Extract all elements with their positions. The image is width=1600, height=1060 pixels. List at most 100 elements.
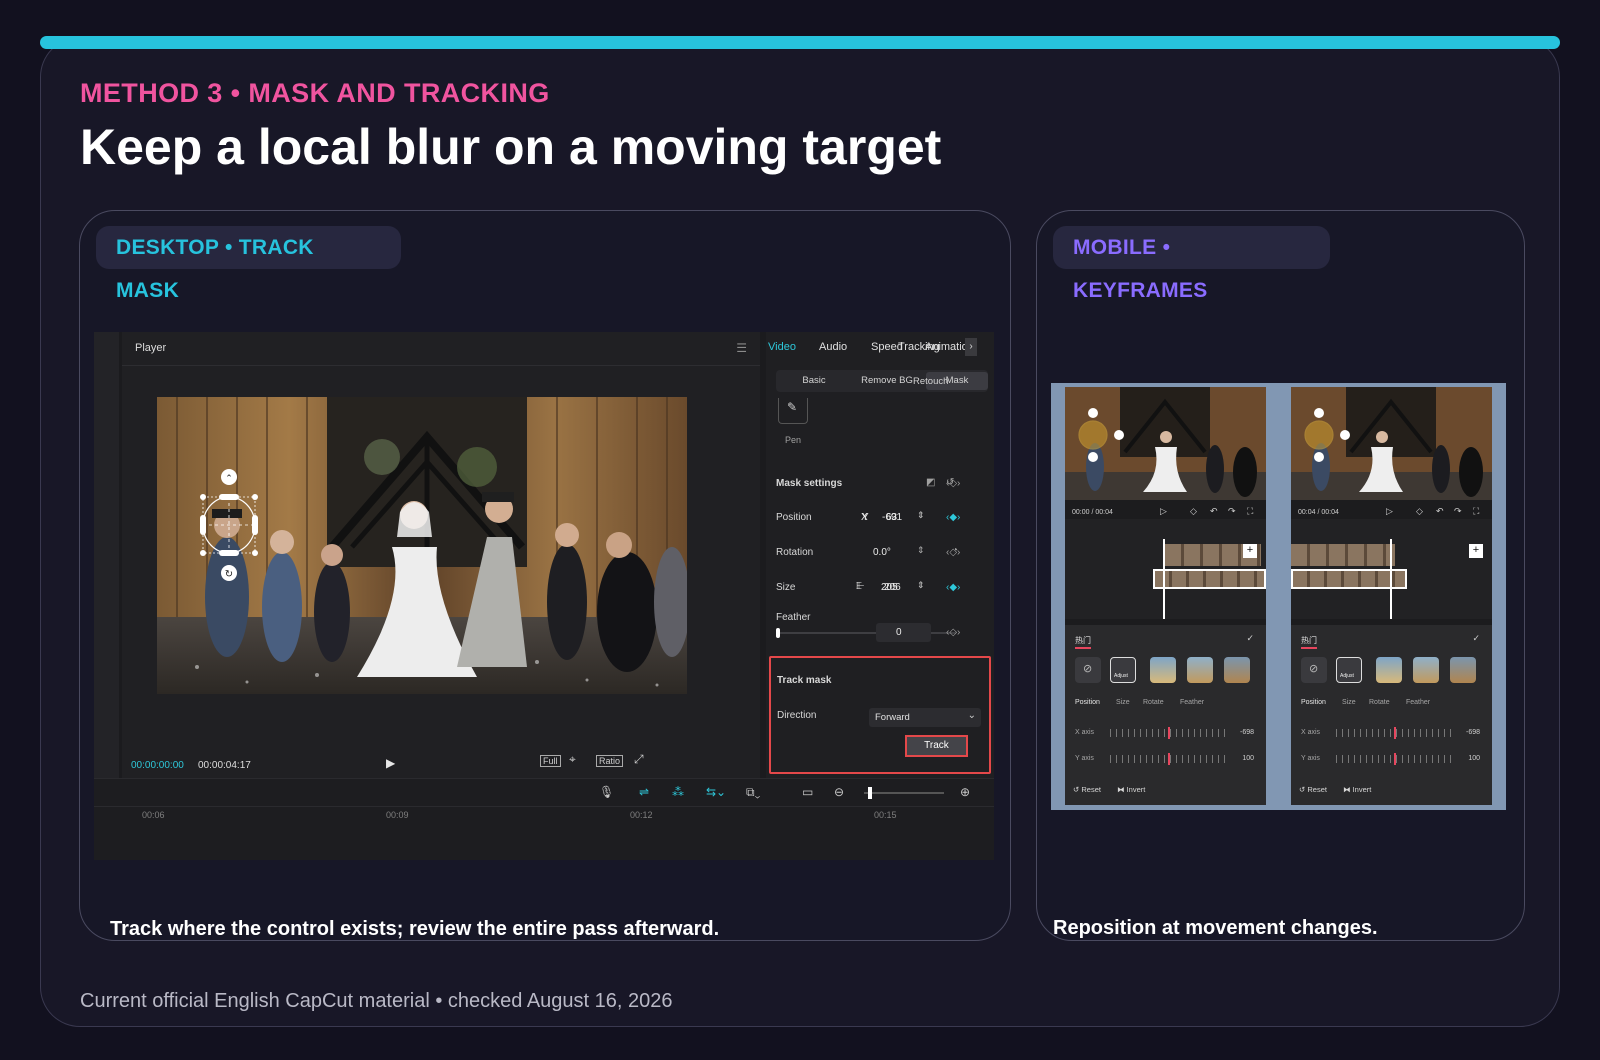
fullscreen-icon[interactable]: ⤢ [634, 752, 644, 767]
mask-preset-tile[interactable] [1187, 657, 1213, 683]
zoom-in-icon[interactable]: ⊕ [960, 785, 970, 799]
phone-screen-1: 00:00 / 00:04 ▷ ◇ ↶ ↷ ⛶ + 热门 ✓ ⊘ Adjust … [1065, 387, 1266, 805]
chevron-right-icon[interactable]: › [965, 338, 977, 356]
keyframe-add-icon[interactable]: ◇ [1416, 506, 1423, 517]
invert-button[interactable]: ⧓ Invert [1343, 785, 1371, 794]
size-label: Size [776, 582, 796, 593]
tab-tracking[interactable]: Tracking [898, 341, 940, 353]
undo-icon[interactable]: ↶ [1210, 506, 1218, 517]
play-icon[interactable]: ▷ [1160, 506, 1167, 517]
desktop-screenshot: Player ☰ ⌃ ↻ 00:00:00:00 00:00:04:17 ▶ F… [94, 332, 994, 860]
eyebrow: METHOD 3 • MASK AND TRACKING [80, 78, 550, 108]
tab-video[interactable]: Video [768, 341, 796, 353]
track-mask-heading[interactable]: Track mask [777, 675, 832, 686]
chevron-down-icon: ⌄ [967, 710, 976, 721]
mask-preset-tile[interactable] [1224, 657, 1250, 683]
selected-clip[interactable] [1153, 569, 1266, 589]
no-mask-tile[interactable]: ⊘ [1075, 657, 1101, 683]
playhead[interactable] [1163, 539, 1165, 619]
prop-size[interactable]: Size [1342, 699, 1356, 706]
no-mask-tile[interactable]: ⊘ [1301, 657, 1327, 683]
snap-icon[interactable]: ⁂ [672, 785, 684, 799]
crop-icon[interactable]: ⌖ [569, 752, 576, 767]
mask-settings-heading[interactable]: Mask settings [776, 478, 842, 489]
zoom-handle[interactable] [868, 787, 872, 799]
feather-handle[interactable] [776, 628, 780, 638]
keyframe-add-icon[interactable]: ◇ [1190, 506, 1197, 517]
link-icon[interactable]: ⇌ [639, 785, 649, 799]
mobile-screenshots: 00:00 / 00:04 ▷ ◇ ↶ ↷ ⛶ + 热门 ✓ ⊘ Adjust … [1051, 383, 1506, 810]
height-value[interactable]: 206 [884, 582, 901, 593]
confirm-icon[interactable]: ✓ [1472, 633, 1480, 644]
adjust-tile[interactable]: Adjust [1336, 657, 1362, 683]
prop-rotate[interactable]: Rotate [1143, 699, 1164, 706]
play-icon[interactable]: ▷ [1386, 506, 1393, 517]
split-icon[interactable]: ⧉⌄ [746, 785, 760, 800]
tab-audio[interactable]: Audio [819, 341, 847, 353]
wedding-thumbnail [1065, 387, 1266, 500]
prop-size[interactable]: Size [1116, 699, 1130, 706]
y-value[interactable]: 63 [886, 512, 897, 523]
captions-icon[interactable]: ▭ [802, 785, 813, 799]
ratio-button[interactable]: Ratio [596, 755, 624, 767]
zoom-out-icon[interactable]: ⊖ [834, 785, 844, 799]
prop-rotate[interactable]: Rotate [1369, 699, 1390, 706]
track-button[interactable]: Track [905, 735, 968, 757]
keyframe-feather-icon[interactable]: ‹◇› [946, 627, 960, 638]
height-stepper[interactable]: ⇕ [917, 580, 925, 591]
zoom-slider[interactable] [864, 792, 944, 794]
y-stepper[interactable]: ⇕ [917, 510, 925, 521]
subtab-basic[interactable]: Basic [784, 375, 844, 386]
keyframe-rotation-icon[interactable]: ‹◇› [946, 547, 960, 558]
prop-position[interactable]: Position [1075, 699, 1100, 706]
keyframe-size-icon[interactable]: ‹◆› [946, 582, 960, 593]
timecode-total: 00:00:04:17 [198, 760, 251, 771]
accent-bar [40, 36, 1560, 49]
reset-button[interactable]: ↺ Reset [1073, 785, 1101, 794]
x-axis-scale[interactable] [1336, 727, 1456, 739]
redo-icon[interactable]: ↷ [1454, 506, 1462, 517]
x-axis-value: -698 [1239, 729, 1254, 736]
redo-icon[interactable]: ↷ [1228, 506, 1236, 517]
pen-mask-tile[interactable]: ✎ [778, 398, 808, 424]
undo-icon[interactable]: ↶ [1436, 506, 1444, 517]
mask-preset-tile[interactable] [1376, 657, 1402, 683]
prop-feather[interactable]: Feather [1180, 699, 1204, 706]
direction-select[interactable]: Forward ⌄ [869, 708, 981, 727]
preview-axis-icon[interactable]: ⇆⌄ [706, 785, 726, 799]
add-clip-icon[interactable]: + [1469, 544, 1483, 558]
x-axis-scale[interactable] [1110, 727, 1230, 739]
fullscreen-icon[interactable]: ⛶ [1473, 506, 1479, 517]
play-icon[interactable]: ▶ [386, 756, 395, 770]
fullscreen-icon[interactable]: ⛶ [1247, 506, 1253, 517]
feather-label: Feather [776, 612, 811, 623]
confirm-icon[interactable]: ✓ [1246, 633, 1254, 644]
feather-input[interactable]: 0 [876, 623, 931, 642]
rotation-value[interactable]: 0.0° [873, 547, 891, 558]
reset-button[interactable]: ↺ Reset [1299, 785, 1327, 794]
keyframe-position-icon[interactable]: ‹◆› [946, 512, 960, 523]
full-button[interactable]: Full [540, 755, 561, 767]
invert-icon[interactable]: ◩ [926, 477, 935, 488]
adjust-tile[interactable]: Adjust [1110, 657, 1136, 683]
player-title: Player [135, 342, 167, 354]
mask-preset-tile[interactable] [1150, 657, 1176, 683]
invert-button[interactable]: ⧓ Invert [1117, 785, 1145, 794]
feather-value: 0 [896, 627, 902, 638]
menu-icon[interactable]: ☰ [736, 341, 747, 355]
y-axis-scale[interactable] [1110, 753, 1230, 765]
microphone-icon[interactable]: 🎙 [599, 785, 614, 799]
mask-preset-tile[interactable] [1413, 657, 1439, 683]
prop-feather[interactable]: Feather [1406, 699, 1430, 706]
video-subtabs: Basic Remove BG Mask [776, 370, 988, 392]
prop-position[interactable]: Position [1301, 699, 1326, 706]
y-axis-scale[interactable] [1336, 753, 1456, 765]
mask-preset-tile[interactable] [1450, 657, 1476, 683]
playhead[interactable] [1390, 539, 1392, 619]
keyframe-nav-icon[interactable]: ‹◇› [946, 478, 960, 489]
subtab-retouch[interactable]: Retouch [913, 376, 948, 387]
clip-strip[interactable] [1291, 544, 1395, 566]
rotation-stepper[interactable]: ⇕ [917, 545, 925, 556]
height-icon: ⌶ [856, 581, 862, 592]
add-clip-icon[interactable]: + [1243, 544, 1257, 558]
